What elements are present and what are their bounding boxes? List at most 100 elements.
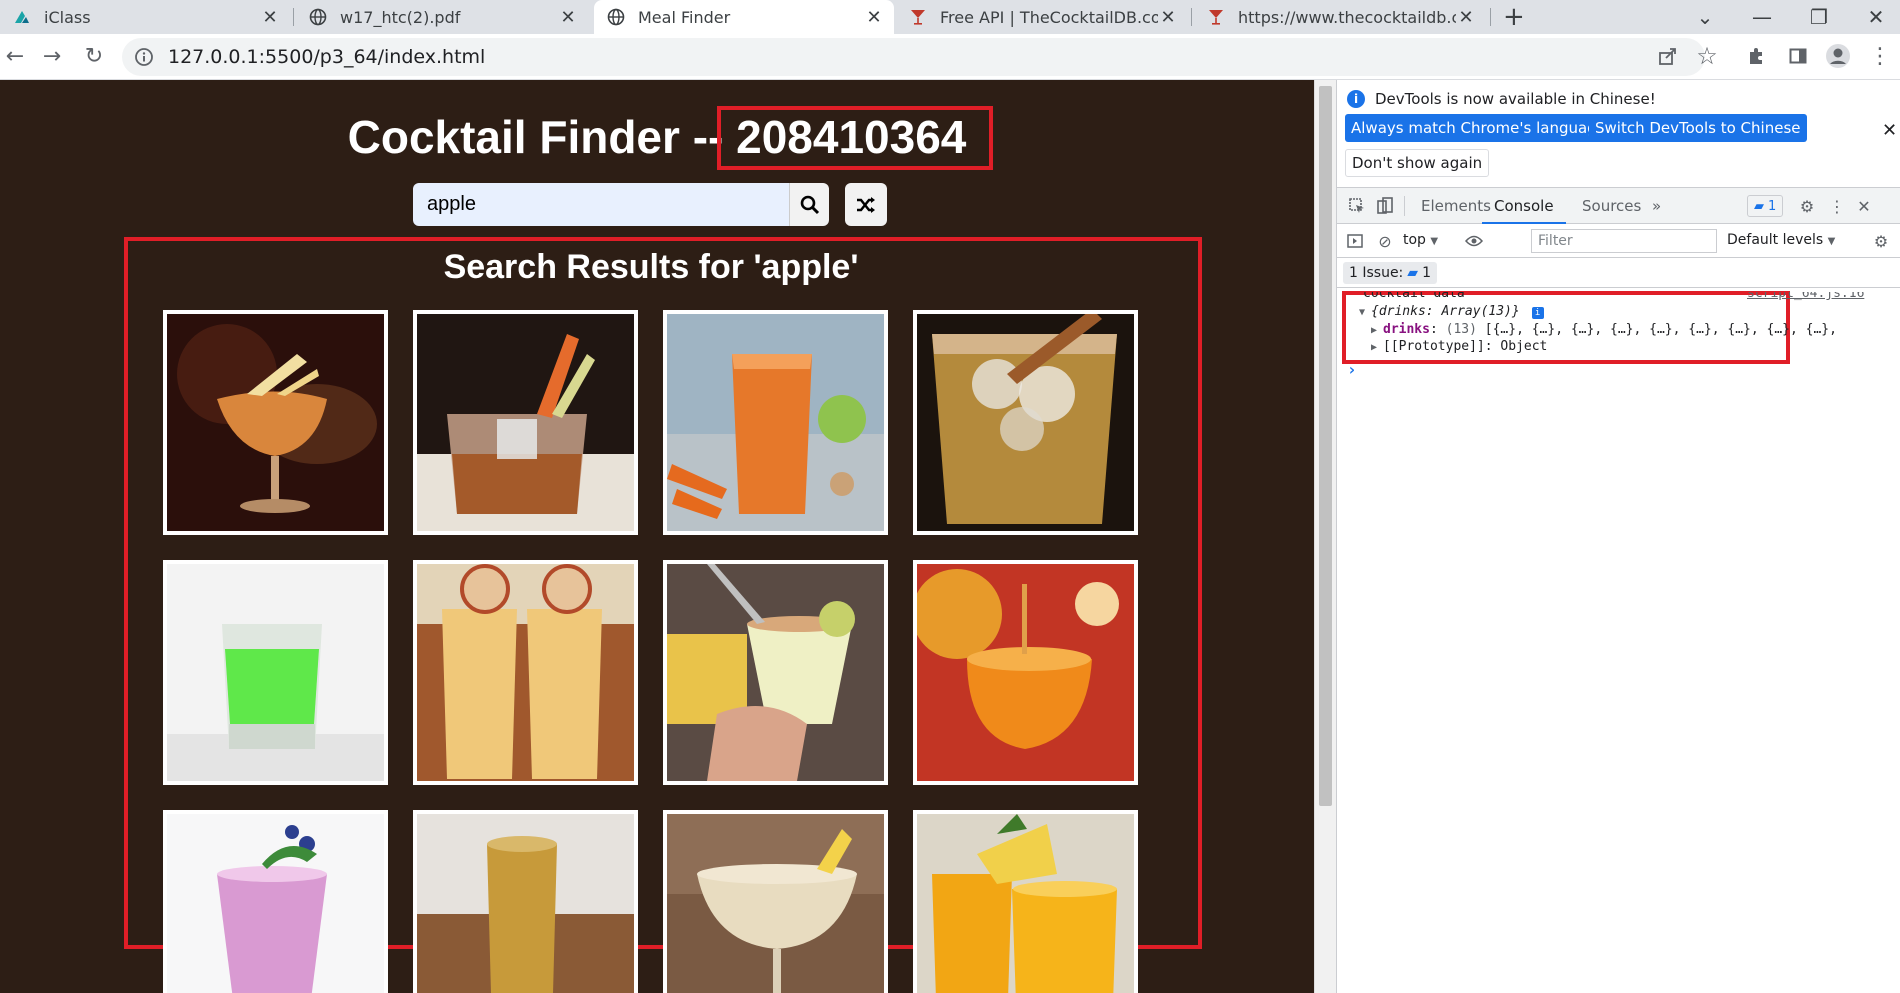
drink-image [417,564,634,781]
window-close-icon[interactable]: ✕ [1853,0,1899,34]
match-language-button[interactable]: Always match Chrome's language [1345,114,1612,142]
chrome-menu-icon[interactable]: ⋮ [1866,42,1894,70]
tab-cocktaildb-url[interactable]: https://www.thecocktaildb.com ✕ [1194,0,1486,34]
drink-image [667,314,884,531]
console-prompt[interactable]: › [1347,360,1357,379]
meals-grid [163,310,1138,993]
tab-iclass[interactable]: iClass ✕ [0,0,290,34]
globe-icon [606,7,626,27]
tab-sources[interactable]: Sources [1582,188,1641,224]
info-icon: i [1347,90,1365,108]
close-tab-icon[interactable]: ✕ [1456,7,1476,28]
log-object-line[interactable]: ▼ {drinks: Array(13)} i [1359,304,1544,319]
url-text: 127.0.0.1:5500/p3_64/index.html [168,46,486,68]
dropdown-icon: ▼ [1430,236,1439,247]
meal-card[interactable] [413,560,638,785]
switch-language-button[interactable]: Switch DevTools to Chinese [1589,114,1807,142]
drinks-count: (13) [1445,322,1477,337]
meal-card[interactable] [163,310,388,535]
tab-cocktaildb-api[interactable]: Free API | TheCocktailDB.com ✕ [896,0,1188,34]
close-tab-icon[interactable]: ✕ [864,7,884,28]
search-button[interactable] [789,183,829,226]
meal-card[interactable] [413,310,638,535]
close-banner-icon[interactable]: ✕ [1882,120,1897,141]
devtools-menu-icon[interactable]: ⋮ [1825,194,1849,218]
reload-icon[interactable]: ↻ [80,42,108,70]
issues-chip[interactable]: 1 Issue: ▰ 1 [1343,262,1437,284]
close-tab-icon[interactable]: ✕ [558,7,578,28]
log-prototype-line[interactable]: ▶ [[Prototype]]: Object [1371,339,1547,354]
settings-gear-icon[interactable]: ⚙ [1795,194,1819,218]
more-tabs-icon[interactable]: » [1652,188,1661,224]
messages-badge[interactable]: ▰ 1 [1747,195,1784,217]
tab-console[interactable]: Console [1482,188,1566,224]
share-icon[interactable] [1657,45,1679,71]
search-input[interactable] [413,183,789,226]
collapse-caret-icon[interactable]: ▶ [1371,325,1383,336]
tab-pdf[interactable]: w17_htc(2).pdf ✕ [296,0,588,34]
meal-card[interactable] [913,560,1138,785]
drink-image [417,814,634,993]
collapse-caret-icon[interactable]: ▶ [1371,342,1383,353]
prototype-text: [[Prototype]]: Object [1383,339,1548,354]
context-selector[interactable]: top ▼ [1403,232,1438,248]
log-source-link[interactable]: script_64.js:16 [1747,292,1864,301]
console-filter-input[interactable]: Filter [1531,229,1717,253]
address-bar[interactable]: 127.0.0.1:5500/p3_64/index.html [122,38,1705,76]
drink-image [167,564,384,781]
meal-card[interactable] [163,560,388,785]
site-info-icon[interactable] [132,45,156,69]
issue-message-icon: ▰ [1407,265,1419,281]
issues-bar: 1 Issue: ▰ 1 [1337,258,1900,288]
tab-elements[interactable]: Elements [1421,188,1491,224]
drink-image [917,314,1134,531]
device-toolbar-icon[interactable] [1373,194,1397,218]
minimize-icon[interactable]: — [1739,0,1785,34]
meal-card[interactable] [913,310,1138,535]
inspect-element-icon[interactable] [1345,194,1369,218]
tab-search-chevron-icon[interactable]: ⌄ [1682,0,1728,34]
levels-label: Default levels [1727,232,1824,248]
expand-caret-icon[interactable]: ▼ [1359,307,1371,318]
back-arrow-icon[interactable]: ← [1,42,29,70]
sidebar-toggle-icon[interactable] [1343,229,1367,253]
id-highlight-box [717,106,993,170]
close-devtools-icon[interactable]: ✕ [1852,194,1876,218]
context-label: top [1403,232,1426,248]
tab-title: w17_htc(2).pdf [340,7,461,27]
meal-card[interactable] [913,810,1138,993]
page-title: Cocktail Finder -- 208410364 [0,110,1314,164]
drinks-key: drinks [1383,322,1430,337]
meal-card[interactable] [663,810,888,993]
meal-card[interactable] [663,310,888,535]
random-button[interactable] [845,183,887,226]
cocktail-glass-icon [1206,7,1226,27]
messages-count: 1 [1768,198,1777,214]
console-settings-gear-icon[interactable]: ⚙ [1869,229,1893,253]
tab-meal-finder[interactable]: Meal Finder ✕ [594,0,894,34]
dont-show-again-button[interactable]: Don't show again [1345,149,1490,177]
side-panel-icon[interactable] [1784,42,1812,70]
meal-card[interactable] [413,810,638,993]
meal-card[interactable] [163,810,388,993]
close-tab-icon[interactable]: ✕ [1158,7,1178,28]
live-expression-eye-icon[interactable] [1462,229,1486,253]
close-tab-icon[interactable]: ✕ [260,7,280,28]
banner-message: DevTools is now available in Chinese! [1375,90,1656,108]
profile-avatar-icon[interactable] [1824,42,1852,70]
log-levels-dropdown[interactable]: Default levels ▼ [1727,232,1835,248]
new-tab-plus-icon[interactable]: + [1503,2,1525,32]
scrollbar-thumb[interactable] [1319,86,1332,806]
extensions-puzzle-icon[interactable] [1743,42,1771,70]
log-drinks-line[interactable]: ▶ drinks: (13) [{…}, {…}, {…}, {…}, {…}, … [1371,322,1837,337]
meal-card[interactable] [663,560,888,785]
bookmark-star-icon[interactable]: ☆ [1693,42,1721,70]
page-scrollbar[interactable] [1314,80,1336,993]
forward-arrow-icon[interactable]: → [38,42,66,70]
issues-count: 1 [1422,265,1431,281]
restore-icon[interactable]: ❐ [1796,0,1842,34]
console-toolbar: ⊘ top ▼ Filter Default levels ▼ ⚙ [1337,224,1900,258]
search-icon [800,195,819,214]
clear-console-icon[interactable]: ⊘ [1373,229,1397,253]
iclass-icon [12,7,32,27]
